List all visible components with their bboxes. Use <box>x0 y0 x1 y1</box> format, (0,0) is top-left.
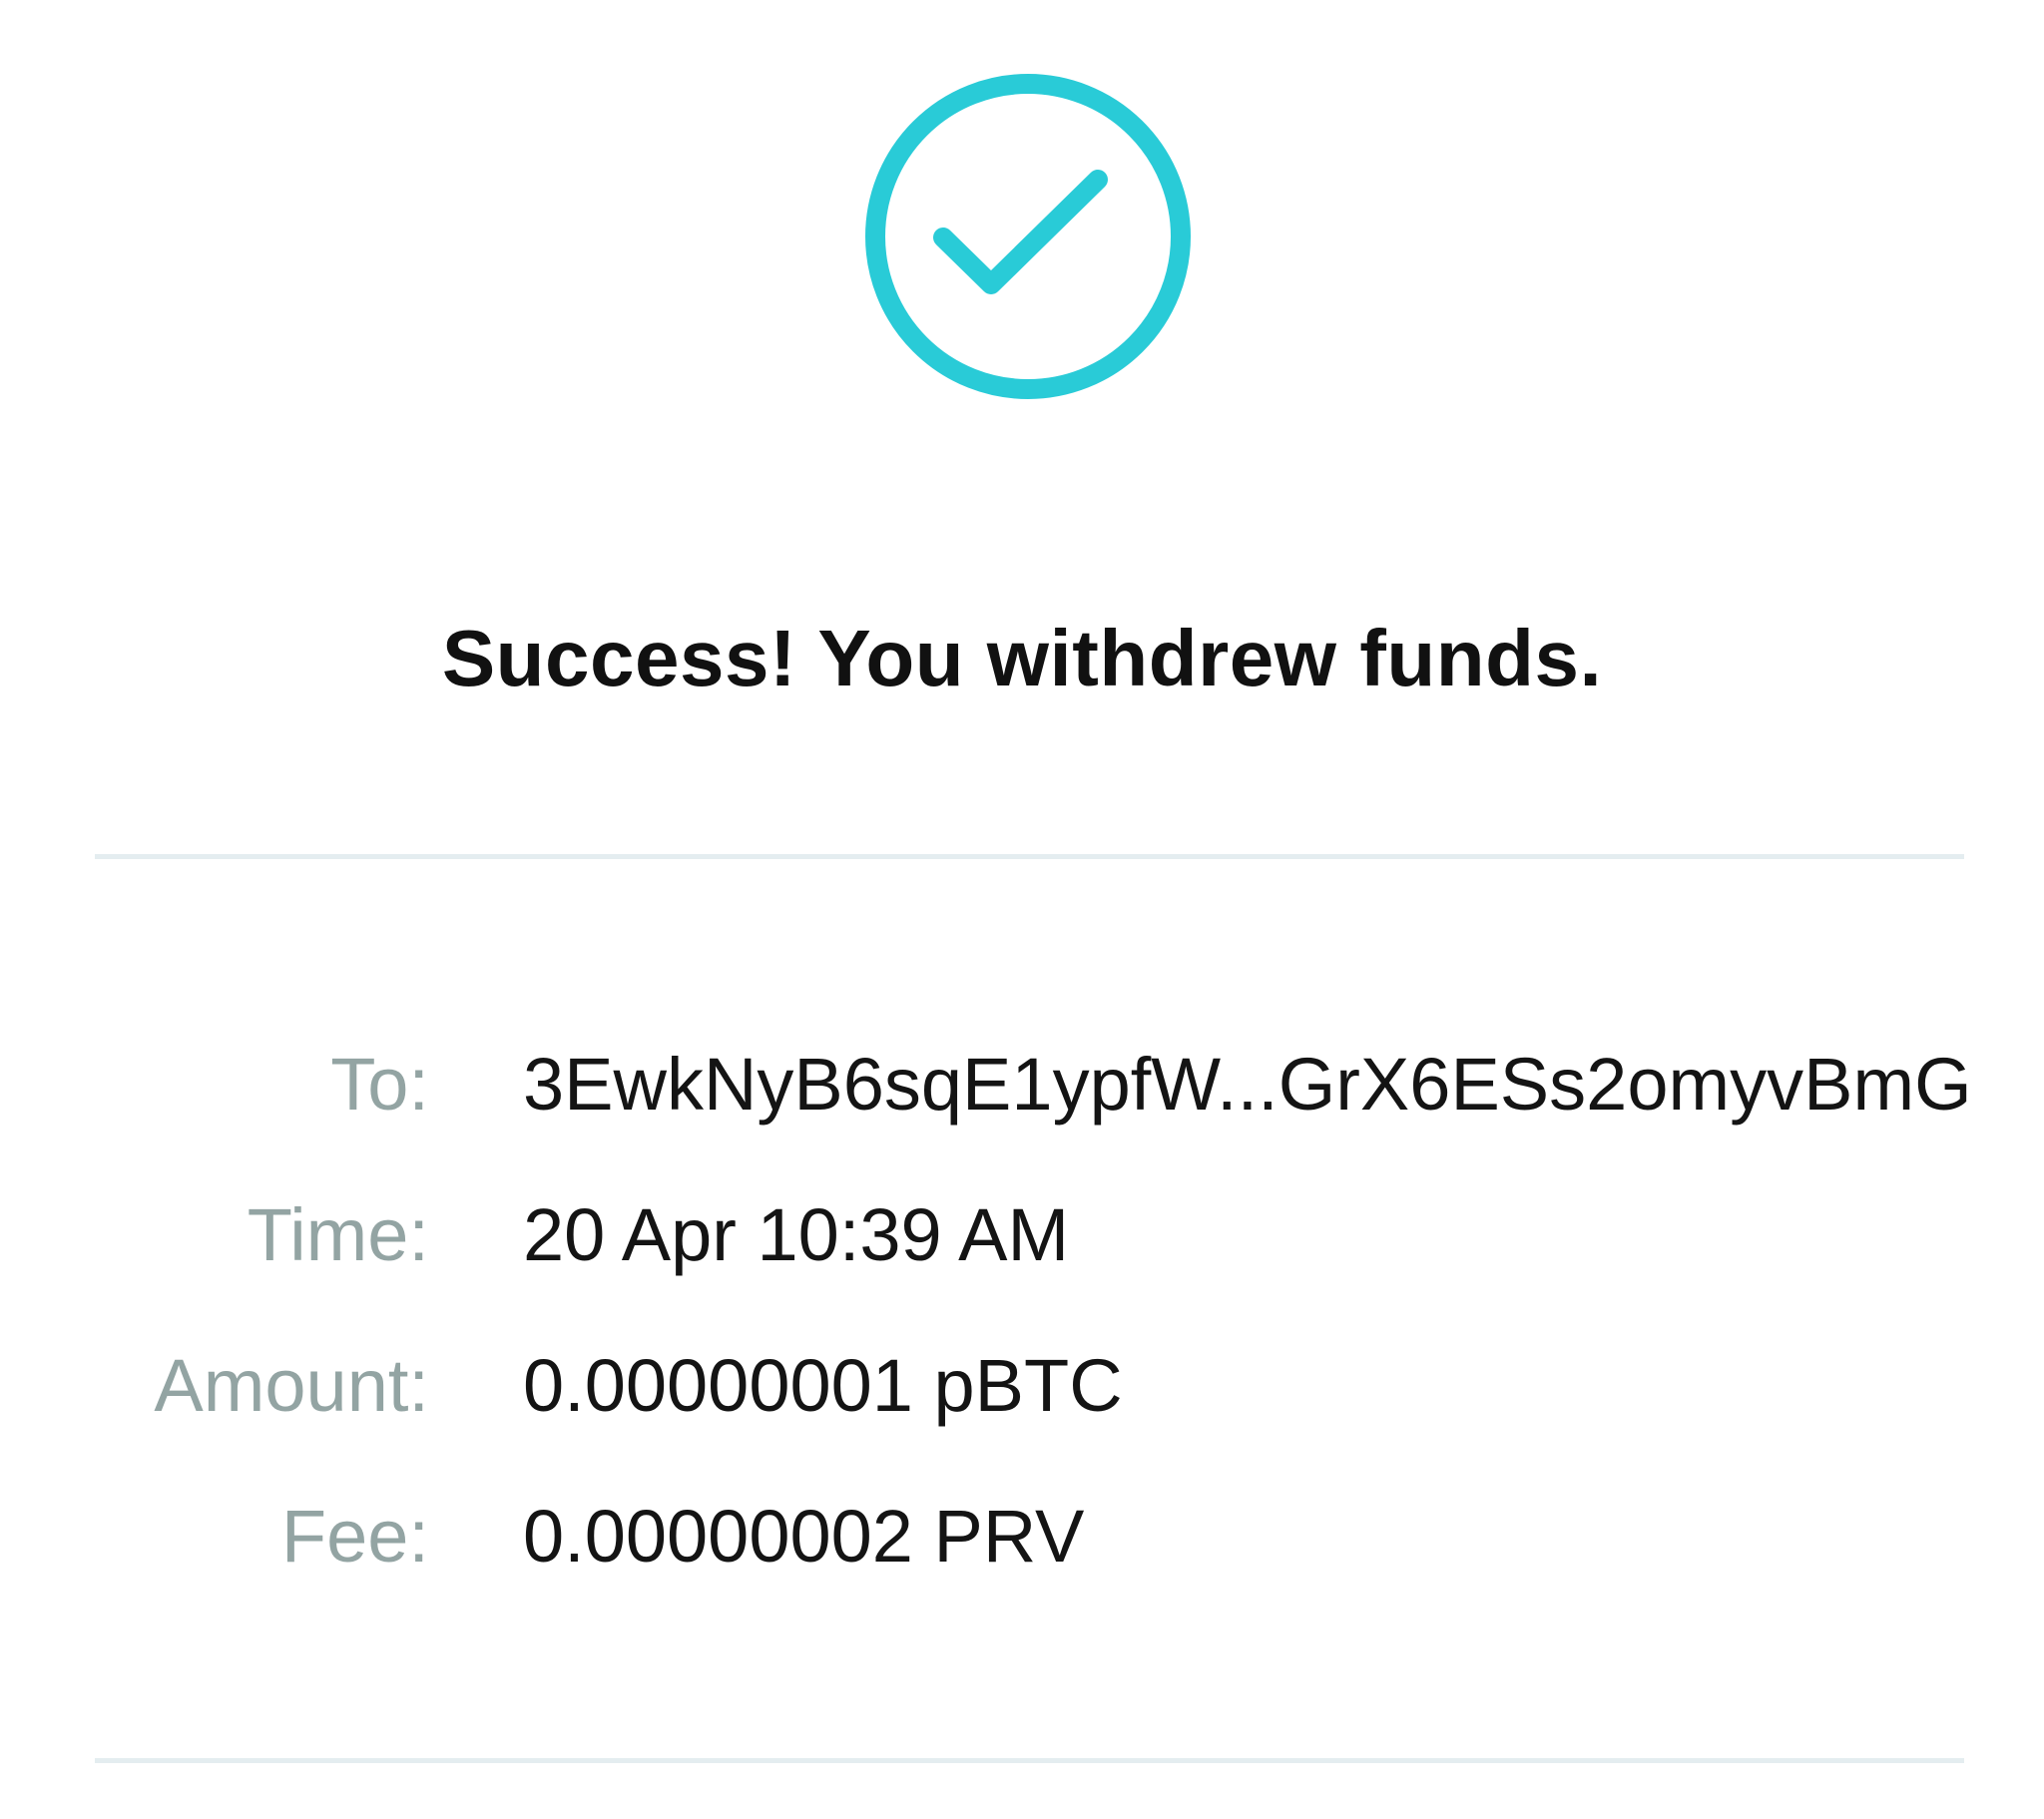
to-address-value[interactable]: 3EwkNyB6sqE1ypfW...GrX6ESs2omyvBmG <box>523 1030 1972 1139</box>
divider-bottom <box>95 1758 1964 1763</box>
fee-label: Fee: <box>280 1495 429 1578</box>
amount-label: Amount: <box>154 1344 429 1427</box>
time-value: 20 Apr 10:39 AM <box>523 1193 1070 1276</box>
divider-top <box>95 854 1964 859</box>
success-title: Success! You withdrew funds. <box>441 614 1603 702</box>
detail-row-to: To: 3EwkNyB6sqE1ypfW...GrX6ESs2omyvBmG <box>0 1030 2044 1139</box>
time-label: Time: <box>247 1193 429 1276</box>
amount-value: 0.00000001 pBTC <box>523 1344 1123 1427</box>
fee-value: 0.00000002 PRV <box>523 1495 1085 1578</box>
to-label: To: <box>330 1043 429 1126</box>
detail-row-amount: Amount: 0.00000001 pBTC <box>0 1331 2044 1441</box>
withdraw-success-screen: Success! You withdrew funds. To: 3EwkNyB… <box>0 0 2044 1819</box>
detail-row-time: Time: 20 Apr 10:39 AM <box>0 1180 2044 1290</box>
detail-row-fee: Fee: 0.00000002 PRV <box>0 1482 2044 1592</box>
check-circle-icon <box>861 70 1195 403</box>
